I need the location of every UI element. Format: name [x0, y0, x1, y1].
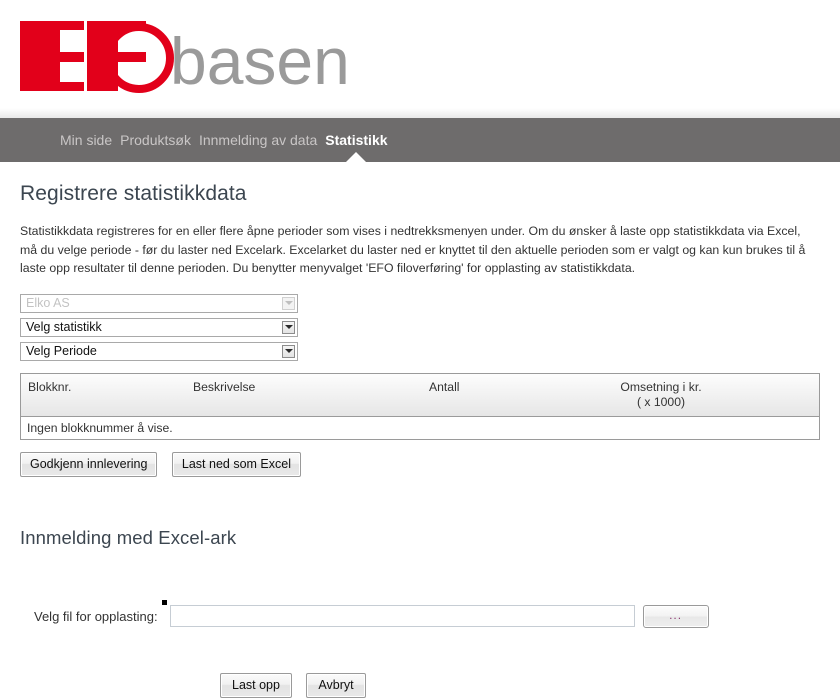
approve-submission-button[interactable]: Godkjenn innlevering	[20, 451, 158, 477]
file-upload-label-text: Velg fil for opplasting:	[34, 608, 158, 624]
excel-section-title: Innmelding med Excel-ark	[20, 526, 237, 548]
table-actions: Godkjenn innlevering Last ned som Excel	[20, 451, 820, 477]
nav-item-statistikk[interactable]: Statistikk	[321, 118, 391, 163]
intro-paragraph: Statistikkdata registreres for en eller …	[20, 224, 806, 275]
cancel-button[interactable]: Avbryt	[306, 672, 366, 698]
company-select-value: Elko AS	[26, 295, 70, 310]
svg-text:basen: basen	[170, 24, 350, 94]
nav-label: Innmelding av data	[198, 132, 318, 148]
statistics-table: Blokknr. Beskrivelse Antall Omsetning i …	[20, 372, 820, 440]
upload-button[interactable]: Last opp	[220, 672, 292, 698]
filter-selects: Elko AS Velg statistikk Velg Periode	[20, 293, 820, 361]
file-upload-row: Velg fil for opplasting: ...	[20, 599, 820, 628]
nav-label: Min side	[60, 132, 113, 148]
company-select[interactable]: Elko AS	[20, 293, 298, 313]
file-path-input[interactable]	[169, 605, 635, 627]
period-select-value: Velg Periode	[26, 343, 97, 358]
column-header-omsetning-main: Omsetning i kr.	[620, 379, 702, 394]
period-select[interactable]: Velg Periode	[20, 341, 298, 361]
nav-label: Produktsøk	[120, 132, 191, 148]
column-header-antall: Antall	[429, 379, 460, 394]
column-header-omsetning-sub: ( x 1000)	[636, 394, 686, 409]
chevron-down-icon[interactable]	[281, 295, 296, 311]
page-title: Registrere statistikkdata	[20, 182, 247, 205]
nav-item-innmelding-av-data[interactable]: Innmelding av data	[195, 118, 321, 162]
table-empty-message: Ingen blokknummer å vise.	[21, 416, 819, 439]
chevron-down-icon[interactable]	[281, 343, 296, 359]
efobasen-logo[interactable]: basen	[20, 18, 360, 94]
nav-item-min-side[interactable]: Min side	[56, 118, 116, 162]
main-navigation: Min side Produktsøk Innmelding av data S…	[0, 118, 840, 163]
download-excel-button[interactable]: Last ned som Excel	[171, 451, 301, 477]
statistics-select-value: Velg statistikk	[26, 319, 102, 334]
nav-item-produktsok[interactable]: Produktsøk	[116, 118, 195, 162]
logo-graphic: basen	[20, 21, 350, 94]
statistics-select[interactable]: Velg statistikk	[20, 317, 298, 337]
page-content: Registrere statistikkdata Statistikkdata…	[0, 182, 840, 698]
column-header-blokknr: Blokknr.	[28, 379, 72, 394]
site-header: basen	[0, 0, 840, 108]
browse-file-button[interactable]: ...	[642, 604, 709, 628]
nav-label: Statistikk	[325, 132, 388, 148]
required-marker-icon	[161, 599, 167, 605]
upload-actions: Last opp Avbryt	[20, 672, 820, 698]
active-tab-pointer-icon	[345, 152, 368, 163]
table-header-row: Blokknr. Beskrivelse Antall Omsetning i …	[21, 373, 819, 417]
column-header-omsetning: Omsetning i kr. ( x 1000)	[601, 380, 721, 410]
nav-top-strip	[0, 108, 840, 118]
chevron-down-icon[interactable]	[281, 319, 296, 335]
file-upload-label: Velg fil for opplasting:	[34, 599, 167, 624]
column-header-beskrivelse: Beskrivelse	[193, 379, 256, 394]
